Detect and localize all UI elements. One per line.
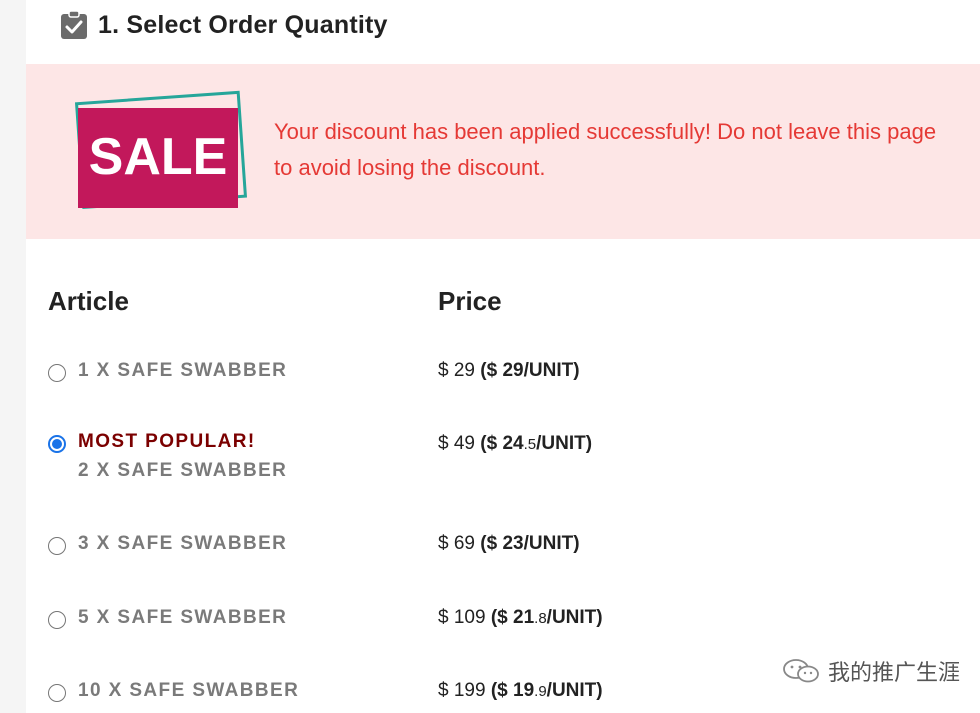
sale-badge-icon: SALE (74, 90, 248, 210)
sale-badge-text: SALE (89, 128, 228, 186)
watermark: 我的推广生涯 (782, 656, 960, 686)
watermark-text: 我的推广生涯 (828, 661, 961, 686)
option-article: MOST POPULAR! 2 X SAFE SWABBER (78, 427, 287, 485)
option-article: 5 X SAFE SWABBER (78, 607, 288, 628)
option-radio[interactable] (48, 611, 66, 629)
discount-message: Your discount has been applied successfu… (274, 119, 937, 180)
option-radio[interactable] (48, 537, 66, 555)
clipboard-check-icon (61, 10, 87, 39)
option-radio[interactable] (48, 364, 66, 382)
option-article: 10 X SAFE SWABBER (78, 680, 300, 701)
option-price: $ 109 ($ 21.8/UNIT) (438, 607, 603, 628)
option-price: $ 49 ($ 24.5/UNIT) (438, 433, 593, 454)
option-price: $ 69 ($ 23/UNIT) (438, 533, 580, 554)
discount-banner: SALE Your discount has been applied succ… (26, 64, 980, 239)
most-popular-badge: MOST POPULAR! (78, 431, 256, 452)
option-radio[interactable] (48, 684, 66, 702)
option-article: 3 X SAFE SWABBER (78, 533, 288, 554)
option-price: $ 29 ($ 29/UNIT) (438, 360, 580, 381)
column-header-article: Article (48, 286, 129, 316)
page-title: 1. Select Order Quantity (98, 10, 388, 39)
option-article: 1 X SAFE SWABBER (78, 360, 288, 381)
section-header: 1. Select Order Quantity (60, 6, 388, 44)
option-radio-selected[interactable] (48, 435, 66, 453)
option-price: $ 199 ($ 19.9/UNIT) (438, 680, 603, 701)
wechat-icon (783, 659, 819, 683)
order-panel: 1. Select Order Quantity SALE Your disco… (26, 0, 980, 713)
column-header-price: Price (438, 286, 502, 316)
